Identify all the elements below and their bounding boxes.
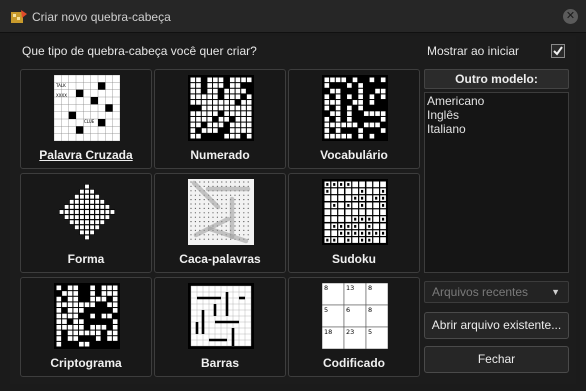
recent-files-dropdown[interactable]: Arquivos recentes ▼: [424, 281, 569, 303]
svg-text:XXXX: XXXX: [56, 93, 67, 98]
svg-text:8: 8: [368, 306, 372, 314]
list-item[interactable]: Italiano: [427, 122, 566, 136]
puzzle-type-question: Que tipo de quebra-cabeça você quer cria…: [22, 44, 257, 58]
show-at-start-checkbox[interactable]: [551, 44, 565, 58]
checkmark-icon: [553, 46, 563, 56]
app-icon: [11, 10, 27, 23]
other-model-list[interactable]: Americano Inglês Italiano: [424, 92, 569, 273]
list-item[interactable]: Inglês: [427, 108, 566, 122]
svg-text:13: 13: [346, 284, 354, 292]
tile-label-numerado: Numerado: [190, 148, 250, 162]
tile-palavra-cruzada[interactable]: TALK XXXX CLUE Palavra Cruzada: [20, 69, 152, 169]
tile-caca-palavras[interactable]: Caca-palavras: [154, 173, 286, 273]
chevron-down-icon[interactable]: ▼: [551, 282, 560, 302]
tile-criptograma[interactable]: Criptograma: [20, 277, 152, 377]
tile-label-mnemonic: Palavra Cruzada: [39, 148, 133, 162]
close-window-button[interactable]: ✕: [563, 9, 578, 24]
crossword-icon: TALK XXXX CLUE: [54, 75, 120, 141]
sudoku-icon: [322, 179, 388, 245]
tile-label-caca-palavras: Caca-palavras: [179, 252, 261, 266]
title-bar: Criar novo quebra-cabeça ✕: [0, 0, 586, 33]
other-model-header: Outro modelo:: [424, 69, 569, 89]
tile-codificado[interactable]: 8 13 8 5 6 8 18 23 5 Codificado: [288, 277, 420, 377]
tile-forma[interactable]: Forma: [20, 173, 152, 273]
tile-sudoku[interactable]: Sudoku: [288, 173, 420, 273]
tile-label-forma: Forma: [67, 252, 105, 266]
tile-barras[interactable]: Barras: [154, 277, 286, 377]
show-at-start-label[interactable]: Mostrar ao iniciar: [427, 44, 519, 58]
svg-text:8: 8: [324, 284, 328, 292]
svg-text:TALK: TALK: [55, 83, 66, 88]
tile-label-barras: Barras: [200, 356, 240, 370]
wordsearch-icon: [188, 179, 254, 245]
open-existing-file-button[interactable]: Abrir arquivo existente...: [424, 312, 569, 339]
tile-label-codificado: Codificado: [323, 356, 385, 370]
close-button[interactable]: Fechar: [424, 346, 569, 373]
svg-text:5: 5: [368, 328, 372, 336]
bars-icon: [188, 283, 254, 349]
tile-label-sudoku: Sudoku: [332, 252, 376, 266]
tile-label-palavra-cruzada: Palavra Cruzada: [21, 148, 151, 162]
window-title: Criar novo quebra-cabeça: [32, 10, 171, 24]
codeword-icon: 8 13 8 5 6 8 18 23 5: [322, 283, 388, 349]
svg-text:CLUE: CLUE: [84, 119, 95, 124]
recent-files-label: Arquivos recentes: [432, 285, 529, 299]
tile-label-vocabulario: Vocabulário: [320, 148, 388, 162]
tile-label-criptograma: Criptograma: [50, 356, 122, 370]
cryptogram-icon: [54, 283, 120, 349]
shape-icon: [59, 184, 115, 240]
tile-vocabulario[interactable]: Vocabulário: [288, 69, 420, 169]
svg-text:5: 5: [324, 306, 328, 314]
tile-numerado[interactable]: Numerado: [154, 69, 286, 169]
svg-text:23: 23: [346, 328, 354, 336]
svg-text:18: 18: [324, 328, 332, 336]
vocabulary-icon: [322, 75, 388, 141]
svg-text:8: 8: [368, 284, 372, 292]
numbered-icon: [188, 75, 254, 141]
list-item[interactable]: Americano: [427, 94, 566, 108]
svg-text:6: 6: [346, 306, 350, 314]
close-icon[interactable]: ✕: [566, 10, 575, 22]
